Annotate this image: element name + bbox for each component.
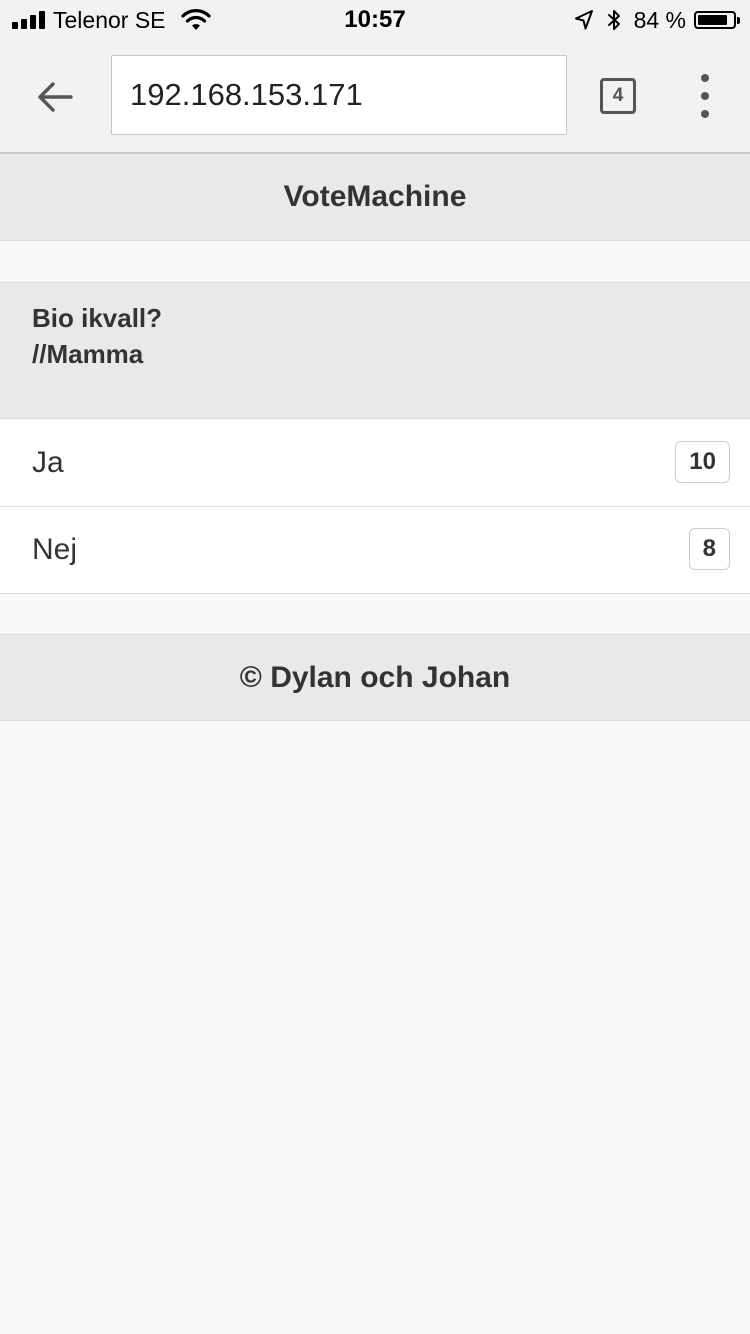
url-text: 192.168.153.171 (130, 77, 363, 112)
poll-header: Bio ikvall? //Mamma (0, 282, 750, 419)
footer-text: © Dylan och Johan (239, 660, 511, 694)
status-right: 84 % (574, 6, 740, 34)
status-bar: Telenor SE 10:57 84 % (0, 0, 750, 40)
back-button[interactable] (30, 72, 80, 122)
bluetooth-icon (607, 10, 620, 30)
tab-count: 4 (612, 85, 624, 106)
page-footer: © Dylan och Johan (0, 634, 750, 721)
vote-count-badge: 10 (675, 441, 730, 483)
poll-option-ja[interactable]: Ja 10 (0, 420, 750, 507)
address-bar[interactable]: 192.168.153.171 (111, 55, 567, 135)
option-label: Ja (32, 446, 64, 479)
poll-author: //Mamma (32, 339, 144, 369)
battery-level-fill (698, 15, 727, 25)
tab-switcher-button[interactable]: 4 (600, 78, 636, 114)
location-arrow-icon (574, 10, 593, 30)
menu-dot (701, 92, 709, 100)
menu-dot (701, 74, 709, 82)
poll-question: Bio ikvall? (32, 303, 163, 333)
option-label: Nej (32, 533, 78, 566)
poll-option-nej[interactable]: Nej 8 (0, 507, 750, 594)
back-arrow-icon (38, 82, 73, 112)
browser-menu-button[interactable] (690, 74, 720, 118)
vote-count-badge: 8 (688, 528, 730, 570)
browser-toolbar: 192.168.153.171 4 (0, 40, 750, 154)
menu-dot (701, 110, 709, 118)
poll-options-list: Ja 10 Nej 8 (0, 420, 750, 594)
battery-percentage: 84 % (633, 6, 686, 33)
app-title: VoteMachine (283, 180, 467, 213)
battery-icon (694, 11, 740, 29)
app-header: VoteMachine (0, 154, 750, 241)
